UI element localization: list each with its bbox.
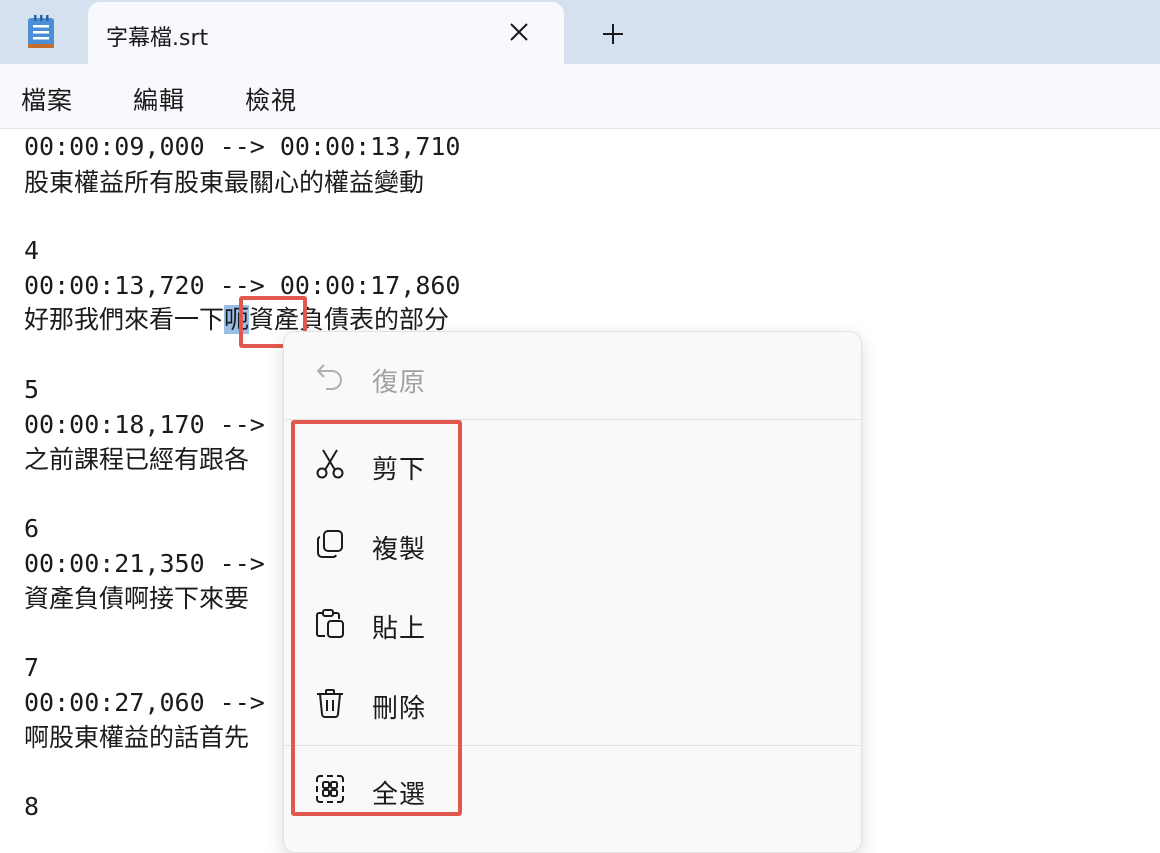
editor-line: 股東權益所有股東最關心的權益變動 [24, 168, 425, 197]
notepad-icon [28, 15, 54, 48]
editor-line: 00:00:27,060 --> [24, 688, 265, 717]
editor-line: 4 [24, 236, 40, 265]
title-bar: 字幕檔.srt [0, 0, 1160, 64]
plus-icon[interactable] [600, 21, 626, 47]
editor-line: 8 [24, 792, 40, 821]
text-before-selection: 好那我們來看一下 [24, 305, 225, 334]
editor-line: 資產負債啊接下來要 [24, 584, 250, 613]
tab-active[interactable]: 字幕檔.srt [88, 2, 564, 64]
menu-item-label: 復原 [372, 368, 427, 398]
editor-line: 啊股東權益的話首先 [24, 723, 250, 752]
menu-file[interactable]: 檔案 [21, 81, 73, 117]
editor-line: 6 [24, 514, 40, 543]
editor-line: 00:00:21,350 --> [24, 549, 265, 578]
menu-highlight-box [291, 420, 462, 816]
editor-line: 之前課程已經有跟各 [24, 445, 250, 474]
menu-edit[interactable]: 編輯 [133, 81, 185, 117]
menu-bar: 檔案 編輯 檢視 [0, 64, 1160, 129]
tab-title: 字幕檔.srt [106, 26, 209, 51]
undo-icon [317, 364, 342, 390]
editor-line: 5 [24, 375, 40, 404]
editor-line: 00:00:18,170 --> [24, 410, 265, 439]
editor-line: 7 [24, 653, 40, 682]
menu-view[interactable]: 檢視 [245, 81, 297, 117]
menu-item-undo: 復原 [284, 348, 861, 406]
editor-line: 00:00:09,000 --> 00:00:13,710 [24, 132, 461, 161]
close-icon[interactable] [508, 21, 530, 43]
